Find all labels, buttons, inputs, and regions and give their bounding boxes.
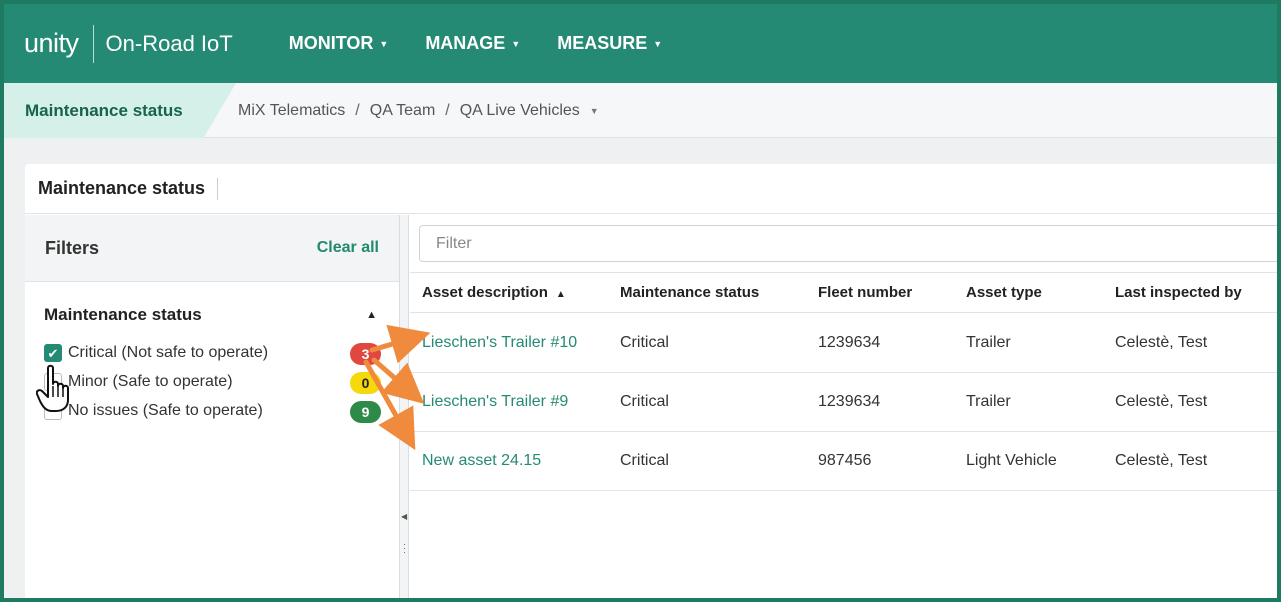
asset-link[interactable]: Lieschen's Trailer #9 <box>422 393 568 411</box>
fleet-cell: 987456 <box>818 452 872 469</box>
breadcrumb-mix-telematics[interactable]: MiX Telematics <box>238 102 345 120</box>
asset-link[interactable]: New asset 24.15 <box>422 452 541 470</box>
status-cell: Critical <box>620 452 669 469</box>
maintenance-card: Maintenance status Filters Clear all Mai… <box>25 164 1277 598</box>
type-cell: Trailer <box>966 334 1011 351</box>
logo-divider <box>92 24 94 63</box>
type-cell: Trailer <box>966 393 1011 410</box>
filter-group-header[interactable]: Maintenance status ▲ <box>25 282 399 325</box>
app-window: unity On-Road IoT MONITOR ▼ MANAGE ▼ MEA… <box>4 4 1277 598</box>
count-badge-critical: 3 <box>350 343 381 365</box>
panel-splitter[interactable]: ◀ · · · <box>400 215 409 598</box>
card-header: Maintenance status <box>25 164 1277 214</box>
column-asset-description[interactable]: Asset description ▲ <box>422 284 566 301</box>
collapse-left-icon[interactable]: ◀ <box>401 512 407 521</box>
top-nav: unity On-Road IoT MONITOR ▼ MANAGE ▼ MEA… <box>4 4 1277 83</box>
type-cell: Light Vehicle <box>966 452 1057 469</box>
breadcrumb-qa-team[interactable]: QA Team <box>370 102 436 120</box>
filter-group-title: Maintenance status <box>44 305 202 324</box>
filter-option-label: Critical (Not safe to operate) <box>68 344 269 361</box>
nav-manage[interactable]: MANAGE ▼ <box>425 33 520 54</box>
status-cell: Critical <box>620 334 669 351</box>
sort-ascending-icon[interactable]: ▲ <box>556 289 566 300</box>
caret-down-icon[interactable]: ▼ <box>590 106 599 116</box>
caret-down-icon: ▼ <box>511 38 521 49</box>
asset-link[interactable]: Lieschen's Trailer #10 <box>422 334 577 352</box>
filter-option-label: No issues (Safe to operate) <box>68 402 263 419</box>
product-name: On-Road IoT <box>105 30 233 56</box>
column-fleet-number[interactable]: Fleet number <box>818 284 912 301</box>
critical-checkbox[interactable]: ✔ <box>44 344 62 362</box>
asset-grid: Asset description ▲ Maintenance status Fl… <box>410 215 1277 598</box>
breadcrumb: MiX Telematics / QA Team / QA Live Vehic… <box>238 83 599 138</box>
column-maintenance-status[interactable]: Maintenance status <box>620 284 759 301</box>
count-badge-no-issues: 9 <box>350 401 381 423</box>
filter-option-label: Minor (Safe to operate) <box>68 373 233 390</box>
column-asset-type[interactable]: Asset type <box>966 284 1042 301</box>
status-cell: Critical <box>620 393 669 410</box>
divider <box>217 177 219 200</box>
inspected-by-cell: Celestè, Test <box>1115 334 1208 351</box>
inspected-by-cell: Celestè, Test <box>1115 452 1208 469</box>
filter-input[interactable] <box>419 225 1277 262</box>
breadcrumb-qa-live-vehicles[interactable]: QA Live Vehicles <box>460 102 580 120</box>
filters-panel: Filters Clear all Maintenance status ▲ ✔… <box>25 215 400 598</box>
nav-monitor-label: MONITOR <box>288 33 374 53</box>
table-row[interactable]: Lieschen's Trailer #9 Critical 1239634 T… <box>410 373 1277 432</box>
breadcrumb-separator: / <box>445 101 450 119</box>
nav-manage-label: MANAGE <box>425 33 506 53</box>
filters-title: Filters <box>45 237 100 258</box>
nav-measure-label: MEASURE <box>557 33 648 53</box>
nav-measure[interactable]: MEASURE ▼ <box>557 33 662 54</box>
caret-down-icon: ▼ <box>653 38 663 49</box>
logo-unity: unity <box>24 28 79 58</box>
filter-option-critical[interactable]: ✔ Critical (Not safe to operate) <box>44 344 268 362</box>
page-title: Maintenance status <box>38 178 206 198</box>
column-label: Asset description <box>422 284 548 301</box>
page-tab-maintenance-status[interactable]: Maintenance status <box>4 83 236 138</box>
inspected-by-cell: Celestè, Test <box>1115 393 1208 410</box>
logo[interactable]: unity On-Road IoT <box>24 24 233 63</box>
caret-down-icon: ▼ <box>379 38 389 49</box>
nav-monitor[interactable]: MONITOR ▼ <box>289 33 389 54</box>
caret-up-icon[interactable]: ▲ <box>366 309 377 321</box>
breadcrumb-bar: Maintenance status MiX Telematics / QA T… <box>4 83 1277 138</box>
grid-header: Asset description ▲ Maintenance status Fl… <box>410 272 1277 313</box>
table-row[interactable]: New asset 24.15 Critical 987456 Light Ve… <box>410 432 1277 491</box>
column-last-inspected-by[interactable]: Last inspected by <box>1115 284 1242 301</box>
fleet-cell: 1239634 <box>818 334 881 351</box>
table-row[interactable]: Lieschen's Trailer #10 Critical 1239634 … <box>410 314 1277 373</box>
count-badge-minor: 0 <box>350 372 381 394</box>
clear-all-button[interactable]: Clear all <box>317 239 379 257</box>
check-icon: ✔ <box>47 345 59 361</box>
filters-header: Filters Clear all <box>25 215 399 282</box>
drag-handle-icon[interactable]: · · · <box>403 540 406 557</box>
main-menu: MONITOR ▼ MANAGE ▼ MEASURE ▼ <box>289 33 699 54</box>
breadcrumb-separator: / <box>355 101 360 119</box>
hand-pointer-icon <box>36 364 69 412</box>
fleet-cell: 1239634 <box>818 393 881 410</box>
